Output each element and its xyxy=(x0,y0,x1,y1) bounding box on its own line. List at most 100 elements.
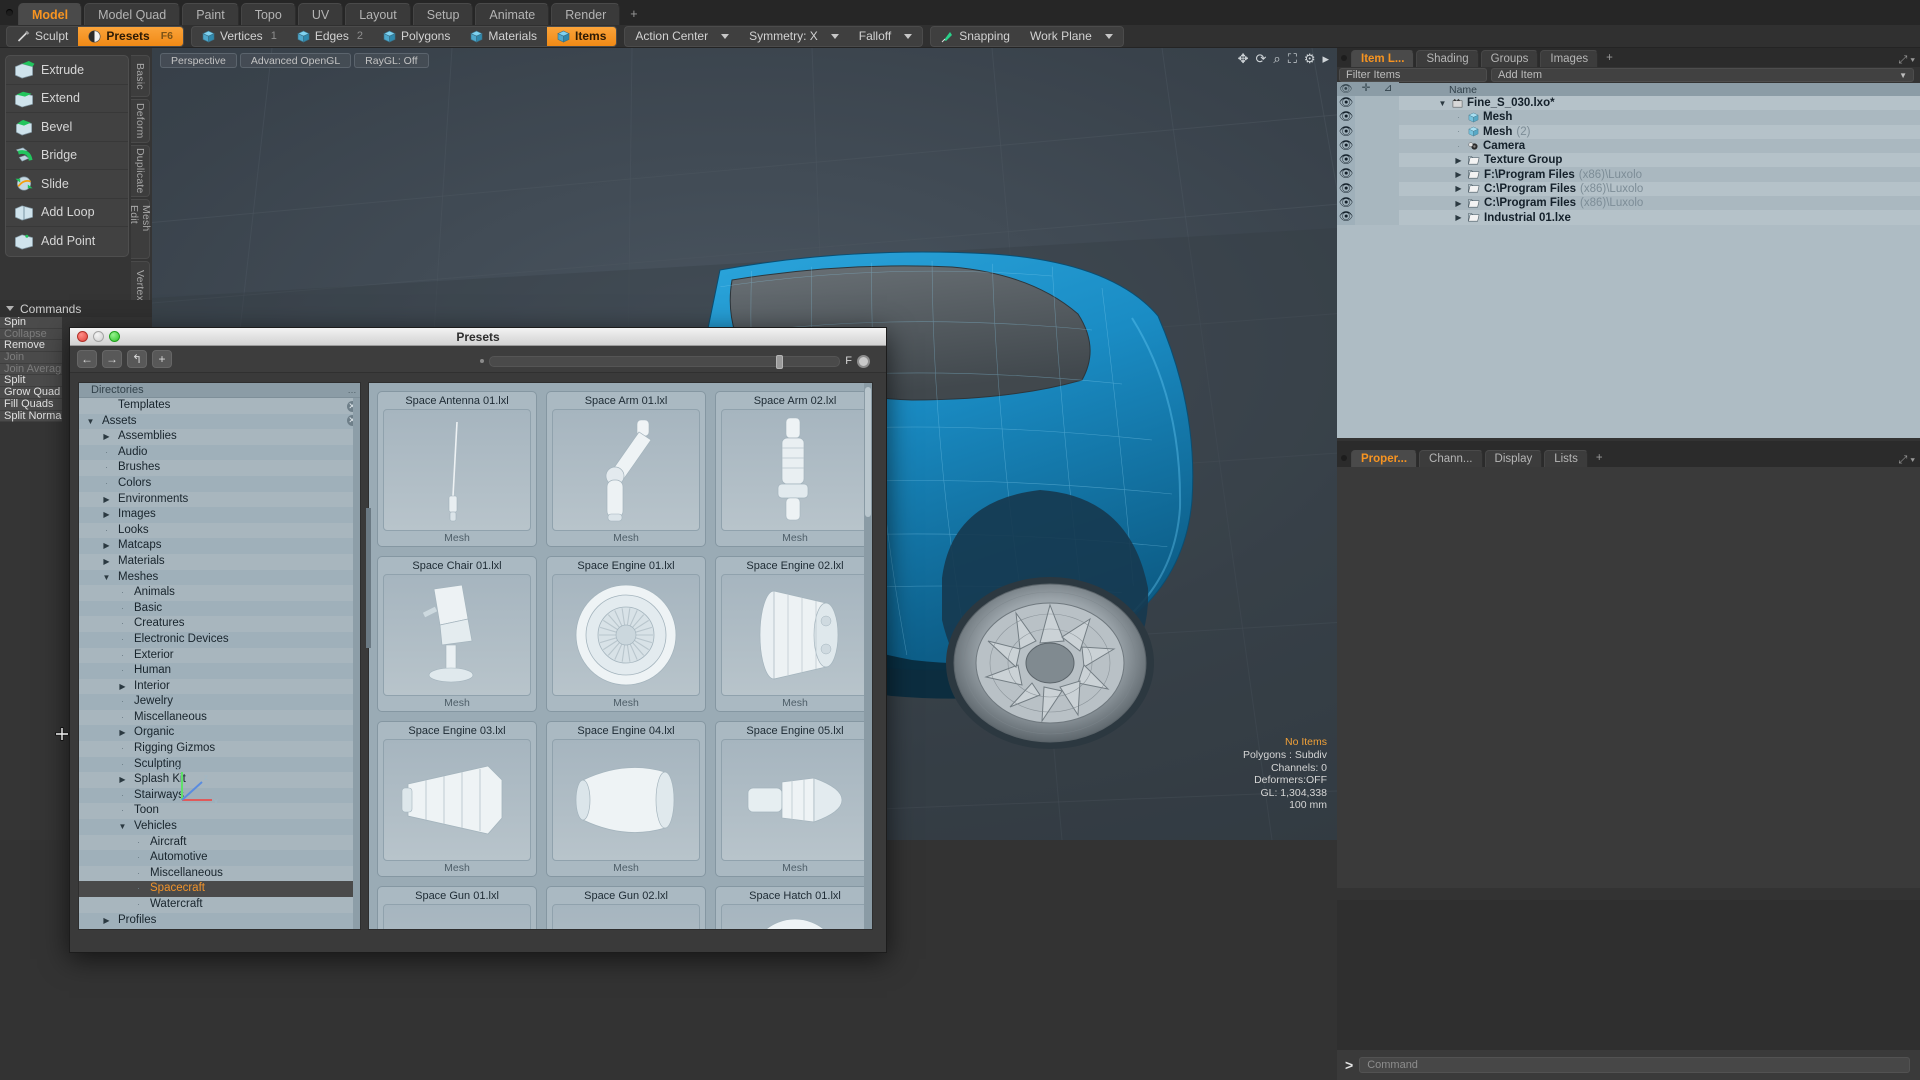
chevron-right-icon[interactable]: ▶ xyxy=(101,538,112,554)
chevron-down-icon[interactable]: ▼ xyxy=(117,819,128,835)
tree-options-icon[interactable]: … xyxy=(344,383,360,398)
tree-scrollbar[interactable] xyxy=(353,398,360,929)
tree-leaf-icon[interactable]: · xyxy=(101,445,112,461)
chevron-right-icon[interactable]: ▶ xyxy=(101,913,112,929)
tree-leaf-icon[interactable]: · xyxy=(117,803,128,819)
dropdown-symmetry-x[interactable]: Symmetry: X xyxy=(739,26,849,47)
item-transform-cell[interactable] xyxy=(1377,125,1399,139)
preset-card[interactable]: Space Engine 02.lxlMesh xyxy=(715,556,873,712)
item-list[interactable]: 👁▼Fine_S_030.lxo*👁·Mesh👁·Mesh(2)👁·Camera… xyxy=(1337,96,1920,438)
command-input[interactable]: Command xyxy=(1359,1057,1910,1073)
gear-icon[interactable]: ⚙ xyxy=(1304,52,1316,65)
dropdown-action-center[interactable]: Action Center xyxy=(625,26,739,47)
chevron-down-icon[interactable]: ▼ xyxy=(85,414,96,430)
right-panel-corner-dot[interactable] xyxy=(1337,48,1351,67)
tree-leaf-icon[interactable]: · xyxy=(117,585,128,601)
tree-leaf-icon[interactable]: · xyxy=(117,601,128,617)
preset-card[interactable]: Space Arm 02.lxlMesh xyxy=(715,391,873,547)
chevron-right-icon[interactable]: ▶ xyxy=(101,507,112,523)
tree-leaf-icon[interactable]: · xyxy=(1453,142,1464,151)
visibility-eye-icon[interactable]: 👁 xyxy=(1337,139,1355,153)
directory-templates[interactable]: Templates xyxy=(79,398,360,414)
tool-bevel-button[interactable]: Bevel xyxy=(6,113,128,142)
chevron-right-icon[interactable]: ▶ xyxy=(1453,199,1464,208)
preset-card[interactable]: Space Gun 02.lxlMesh xyxy=(546,886,706,930)
directory-animals[interactable]: ·Animals xyxy=(79,585,360,601)
tree-leaf-icon[interactable]: · xyxy=(117,632,128,648)
directory-jewelry[interactable]: ·Jewelry xyxy=(79,694,360,710)
commands-section-header[interactable]: Commands xyxy=(0,300,152,317)
menu-tab-uv[interactable]: UV xyxy=(298,3,343,25)
tree-leaf-icon[interactable]: · xyxy=(117,741,128,757)
selection-mode-items[interactable]: Items xyxy=(547,26,616,47)
chevron-right-icon[interactable]: ▶ xyxy=(117,725,128,741)
tree-leaf-icon[interactable]: · xyxy=(117,710,128,726)
tree-leaf-icon[interactable]: · xyxy=(133,897,144,913)
tool-slide-button[interactable]: SlideK xyxy=(6,170,128,199)
directory-looks[interactable]: ·Looks xyxy=(79,523,360,539)
directory-aircraft[interactable]: ·Aircraft xyxy=(79,835,360,851)
slider-handle[interactable] xyxy=(776,355,783,369)
tree-leaf-icon[interactable]: · xyxy=(1453,113,1464,122)
item-transform-cell[interactable] xyxy=(1377,167,1399,181)
item-transform-cell[interactable] xyxy=(1377,153,1399,167)
visibility-eye-icon[interactable]: 👁 xyxy=(1337,125,1355,139)
preset-card[interactable]: Space Arm 01.lxlMesh xyxy=(546,391,706,547)
back-arrow-icon[interactable]: ← xyxy=(77,350,97,368)
play-icon[interactable]: ▸ xyxy=(1322,52,1329,65)
menu-tab-setup[interactable]: Setup xyxy=(413,3,474,25)
filter-toggle-label[interactable]: F xyxy=(845,355,852,367)
tool-add-point-button[interactable]: Add Point xyxy=(6,227,128,256)
directory-spacecraft[interactable]: ·Spacecraft xyxy=(79,881,360,897)
tree-leaf-icon[interactable]: · xyxy=(117,663,128,679)
add-item-dropdown[interactable]: Add Item ▼ xyxy=(1491,68,1914,82)
directory-creatures[interactable]: ·Creatures xyxy=(79,616,360,632)
visibility-eye-icon[interactable]: 👁 xyxy=(1337,96,1355,110)
tree-leaf-icon[interactable]: · xyxy=(117,757,128,773)
item-lock-cell[interactable] xyxy=(1355,196,1377,210)
directory-automotive[interactable]: ·Automotive xyxy=(79,850,360,866)
tool-add-loop-button[interactable]: Add Loop xyxy=(6,199,128,228)
right-panel-divider[interactable] xyxy=(1337,441,1920,448)
directory-miscellaneous[interactable]: ·Miscellaneous xyxy=(79,866,360,882)
command-fill-quads[interactable]: Fill Quads xyxy=(0,399,62,411)
item-transform-cell[interactable] xyxy=(1377,182,1399,196)
thumbnail-size-slider[interactable] xyxy=(489,356,840,367)
thumbnail-scrollbar[interactable] xyxy=(864,383,872,929)
directories-tree[interactable]: Templates▼Assets▶Assemblies·Audio·Brushe… xyxy=(79,398,360,928)
viewport-tab-2[interactable]: RayGL: Off xyxy=(354,53,428,68)
menu-tab-render[interactable]: Render xyxy=(551,3,620,25)
item-lock-cell[interactable] xyxy=(1355,139,1377,153)
item-transform-cell[interactable] xyxy=(1377,96,1399,110)
preset-card[interactable]: Space Engine 03.lxlMesh xyxy=(377,721,537,877)
tree-leaf-icon[interactable]: · xyxy=(117,694,128,710)
menu-corner-dot[interactable] xyxy=(0,0,18,25)
directory-audio[interactable]: ·Audio xyxy=(79,445,360,461)
maximize-icon[interactable] xyxy=(109,331,120,342)
item-list-row[interactable]: 👁▶Texture Group xyxy=(1337,153,1920,167)
directory-images[interactable]: ▶Images xyxy=(79,507,360,523)
tree-leaf-icon[interactable]: · xyxy=(101,460,112,476)
tree-leaf-icon[interactable]: · xyxy=(133,881,144,897)
tree-leaf-icon[interactable]: · xyxy=(1453,127,1464,136)
preset-card[interactable]: Space Antenna 01.lxlMesh xyxy=(377,391,537,547)
directory-assemblies[interactable]: ▶Assemblies xyxy=(79,429,360,445)
item-transform-cell[interactable] xyxy=(1377,196,1399,210)
work-plane-dropdown[interactable]: Work Plane xyxy=(1020,26,1123,47)
item-list-row[interactable]: 👁▶Industrial 01.lxe xyxy=(1337,210,1920,224)
viewport-tab-1[interactable]: Advanced OpenGL xyxy=(240,53,351,68)
move-icon[interactable]: ✥ xyxy=(1238,52,1249,65)
up-arrow-icon[interactable]: ↰ xyxy=(127,350,147,368)
visibility-eye-icon[interactable]: 👁 xyxy=(1337,210,1355,224)
bottom-tab-chann-[interactable]: Chann... xyxy=(1419,450,1482,467)
chevron-right-icon[interactable]: ▶ xyxy=(117,772,128,788)
directory-basic[interactable]: ·Basic xyxy=(79,601,360,617)
vertical-tab-duplicate[interactable]: Duplicate xyxy=(131,145,150,197)
expand-icon[interactable]: ⤢ ▾ xyxy=(1899,54,1920,67)
directory-human[interactable]: ·Human xyxy=(79,663,360,679)
menu-tab-paint[interactable]: Paint xyxy=(182,3,239,25)
vertical-tab-mesh-edit[interactable]: Mesh Edit xyxy=(131,199,150,259)
preset-card[interactable]: Space Engine 04.lxlMesh xyxy=(546,721,706,877)
visibility-eye-icon[interactable]: 👁 xyxy=(1337,182,1355,196)
rotate-icon[interactable]: ⟳ xyxy=(1256,52,1267,65)
